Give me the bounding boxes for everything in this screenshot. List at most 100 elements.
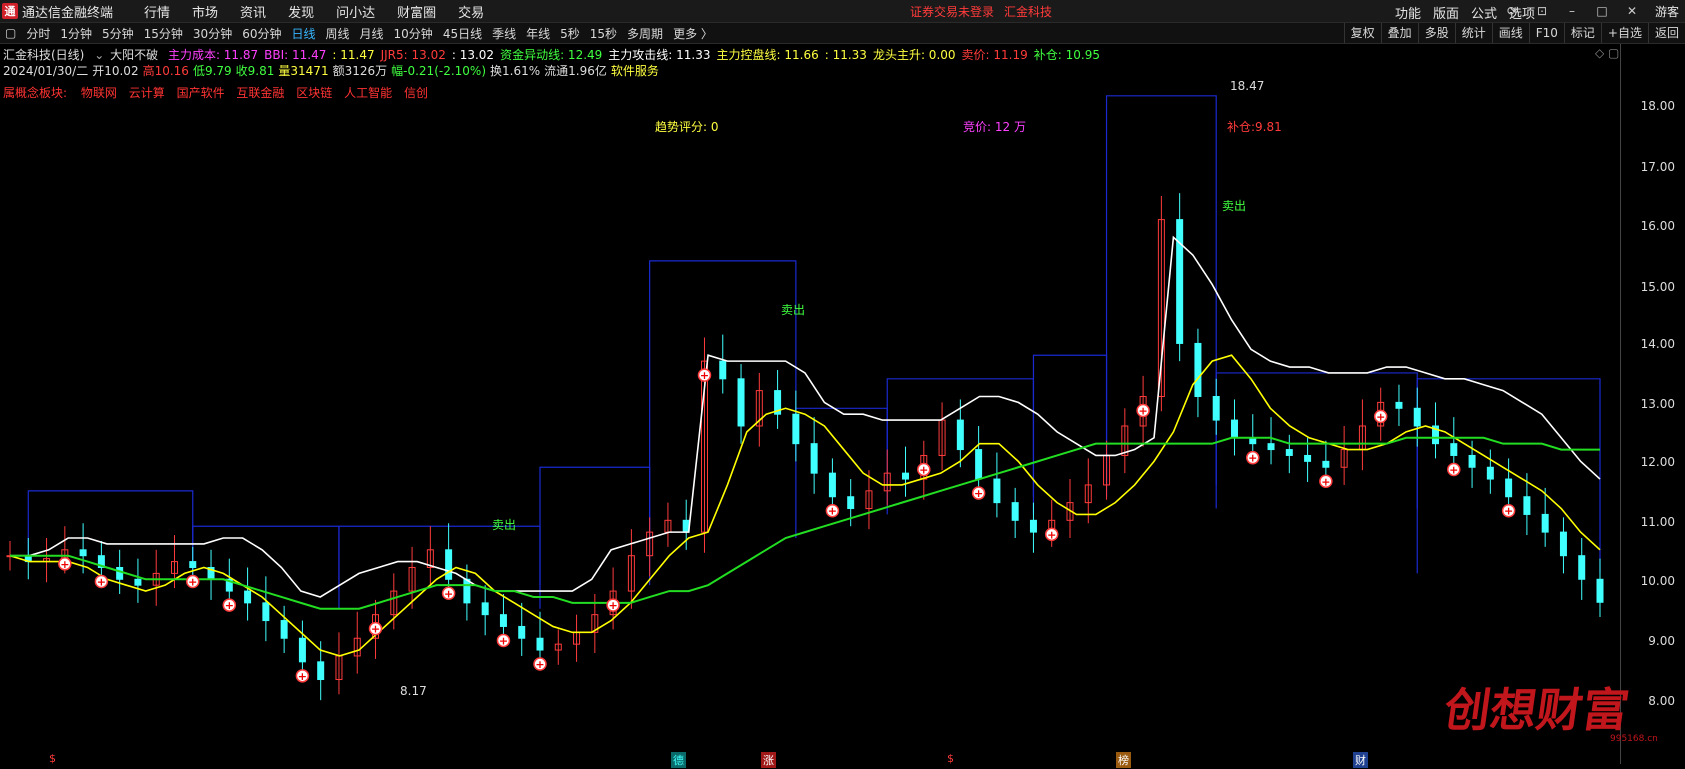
buchang-label: 补仓:9.81: [1227, 120, 1282, 134]
tool-back[interactable]: 返回: [1647, 23, 1685, 43]
y-tick-10: 10.00: [1640, 574, 1675, 588]
candle-body-83: [1523, 496, 1531, 515]
trade-login-status[interactable]: 证券交易未登录: [910, 3, 994, 20]
minimize-icon[interactable]: –: [1559, 2, 1585, 20]
buy-marker-plus-6: +: [444, 587, 453, 600]
indicator-value-10: 卖价: 11.19: [961, 48, 1028, 62]
menu-item-caifuquan[interactable]: 财富圈: [386, 2, 447, 21]
candle-body-46: [847, 496, 855, 510]
event-marker-2[interactable]: 德: [671, 752, 686, 768]
resistance-box-3: [539, 466, 651, 586]
concept-xinchuang[interactable]: 信创: [404, 86, 428, 100]
concept-cloud[interactable]: 云计算: [129, 86, 165, 100]
concept-internet-finance[interactable]: 互联金融: [236, 86, 284, 100]
trend-score-label: 趋势评分: 0: [655, 120, 719, 134]
period-10min[interactable]: 10分钟: [389, 25, 438, 42]
panel-toggle-icon[interactable]: ▢: [1608, 46, 1619, 60]
period-toggle-icon[interactable]: ▢: [0, 26, 21, 40]
candle-body-53: [975, 449, 983, 480]
chart-tool-buttons: 复权 叠加 多股 统计 画线 F10 标记 +自选 返回: [1343, 23, 1685, 43]
event-marker-4[interactable]: $: [945, 752, 956, 765]
concept-blockchain[interactable]: 区块链: [296, 86, 332, 100]
current-stock-name: 汇金科技: [1004, 5, 1053, 19]
period-15sec[interactable]: 15秒: [585, 25, 622, 42]
concept-domestic-software[interactable]: 国产软件: [177, 86, 225, 100]
menu-item-wenxiaoda[interactable]: 问小达: [325, 2, 386, 21]
period-bar: ▢ 分时 1分钟 5分钟 15分钟 30分钟 60分钟 日线 周线 月线 10分…: [0, 23, 1685, 44]
tool-fuquan[interactable]: 复权: [1343, 23, 1381, 43]
period-monthly[interactable]: 月线: [355, 25, 389, 42]
sell-signal-3: 卖出: [1222, 199, 1247, 213]
indicator-values: 主力成本: 11.87 BBI: 11.47: 11.47 JJR5: 13.02:…: [168, 48, 1106, 62]
menu-item-faxian[interactable]: 发现: [277, 2, 325, 21]
refresh-icon[interactable]: ⟳: [1499, 2, 1525, 20]
concept-label: 属概念板块:: [3, 86, 68, 100]
period-5sec[interactable]: 5秒: [555, 25, 585, 42]
tool-huaxian[interactable]: 画线: [1491, 23, 1529, 43]
menu-item-zixun[interactable]: 资讯: [229, 2, 277, 21]
buy-marker-plus-15: +: [1138, 405, 1147, 418]
period-weekly[interactable]: 周线: [321, 25, 355, 42]
max-price-label: 18.47: [1230, 79, 1265, 93]
period-quarterly[interactable]: 季线: [487, 25, 521, 42]
menu-layout[interactable]: 版面: [1433, 3, 1459, 22]
menu-item-jiaoyi[interactable]: 交易: [447, 2, 495, 21]
period-60min[interactable]: 60分钟: [237, 25, 286, 42]
restore-icon[interactable]: ⊡: [1529, 2, 1555, 20]
period-15min[interactable]: 15分钟: [139, 25, 188, 42]
event-marker-3[interactable]: 涨: [761, 752, 776, 768]
candle-body-76: [1395, 401, 1403, 409]
indicator-value-8: : 11.33: [824, 48, 867, 62]
kline-chart-area[interactable]: + + + + + + + + + + + + + + + + + + + + + 汇金科技(日线) ⌄ 大阳不破 主力…: [0, 44, 1685, 769]
ohlc-value-5: 量31471: [278, 64, 329, 78]
ohlc-line: 2024/01/30/二 开10.02 高10.16 低9.79 收9.81 量31471…: [3, 62, 663, 79]
tool-add-watchlist[interactable]: +自选: [1600, 23, 1648, 43]
menu-item-shichang[interactable]: 市场: [181, 2, 229, 21]
candle-body-66: [1212, 396, 1220, 421]
signal-icon: ⌄: [94, 48, 105, 62]
candle-body-54: [993, 478, 1001, 504]
period-multi[interactable]: 多周期: [622, 25, 668, 42]
tool-duogu[interactable]: 多股: [1417, 23, 1455, 43]
candle-body-27: [499, 614, 507, 627]
period-1min[interactable]: 1分钟: [55, 25, 97, 42]
period-yearly[interactable]: 年线: [521, 25, 555, 42]
candle-body-17: [317, 661, 325, 681]
period-fenshi[interactable]: 分时: [21, 25, 55, 42]
candle-body-72: [1322, 460, 1330, 468]
period-5min[interactable]: 5分钟: [97, 25, 139, 42]
menu-formula[interactable]: 公式: [1471, 3, 1497, 22]
menu-item-hangqing[interactable]: 行情: [133, 2, 181, 21]
candle-body-24: [445, 549, 453, 580]
stock-title: 汇金科技(日线): [3, 48, 85, 62]
guest-label[interactable]: 游客: [1655, 3, 1679, 20]
event-marker-5[interactable]: 榜: [1116, 752, 1131, 768]
indicator-line: 汇金科技(日线) ⌄ 大阳不破 主力成本: 11.87 BBI: 11.47: 1…: [3, 46, 1106, 63]
period-45day[interactable]: 45日线: [438, 25, 487, 42]
tool-f10[interactable]: F10: [1528, 23, 1564, 43]
maximize-icon[interactable]: □: [1589, 2, 1615, 20]
y-tick-11: 11.00: [1640, 515, 1675, 529]
candle-body-85: [1559, 531, 1567, 557]
event-marker-6[interactable]: 财: [1353, 752, 1368, 768]
menu-function[interactable]: 功能: [1395, 3, 1421, 22]
buy-marker-plus-1: +: [97, 575, 106, 588]
period-30min[interactable]: 30分钟: [188, 25, 237, 42]
period-daily[interactable]: 日线: [286, 25, 320, 42]
settings-diamond-icon[interactable]: ◇: [1595, 46, 1604, 60]
event-marker-1[interactable]: $: [47, 752, 58, 765]
concept-iot[interactable]: 物联网: [81, 86, 117, 100]
tool-tongji[interactable]: 统计: [1454, 23, 1492, 43]
kline-chart-svg[interactable]: + + + + + + + + + + + + + + + + + + + + +: [0, 44, 1620, 764]
candle-body-26: [481, 602, 489, 616]
close-icon[interactable]: ✕: [1619, 2, 1645, 20]
concept-ai[interactable]: 人工智能: [344, 86, 392, 100]
tool-biaoji[interactable]: 标记: [1563, 23, 1601, 43]
candle-body-64: [1176, 219, 1184, 344]
buy-marker-plus-20: +: [1504, 505, 1513, 518]
price-axis[interactable]: 18.00 17.00 16.00 15.00 14.00 13.00 12.0…: [1620, 44, 1685, 764]
tool-diejia[interactable]: 叠加: [1380, 23, 1418, 43]
period-more[interactable]: 更多 〉: [668, 25, 718, 42]
y-tick-17: 17.00: [1640, 160, 1675, 174]
concept-board-line: 属概念板块: 物联网 云计算 国产软件 互联金融 区块链 人工智能 信创: [3, 84, 436, 101]
